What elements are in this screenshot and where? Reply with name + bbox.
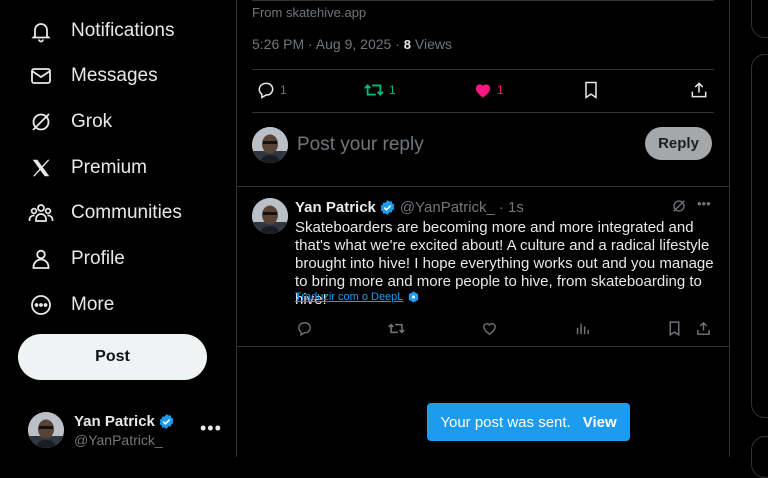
repost-action[interactable]: 1	[363, 80, 396, 100]
post-author-name[interactable]: Yan Patrick	[295, 199, 376, 216]
right-sidebar-card	[751, 54, 768, 418]
tweet-meta: 5:26 PM · Aug 9, 2025 · 8 Views	[252, 36, 452, 52]
post-author-handle[interactable]: @YanPatrick_	[400, 199, 495, 216]
views-count: 8	[403, 37, 411, 52]
bookmark-icon	[667, 320, 682, 337]
reply-composer: Post your reply Reply	[252, 126, 714, 166]
translate-link[interactable]: Traduzir com o DeepL	[295, 291, 419, 303]
nav-messages-label: Messages	[71, 65, 158, 86]
reply-button[interactable]: Reply	[645, 127, 712, 160]
person-icon	[28, 246, 54, 272]
more-circle-icon	[28, 292, 54, 318]
nav-messages[interactable]: Messages	[28, 56, 158, 96]
reply-post[interactable]: Yan Patrick @YanPatrick_ · 1s ••• Skateb…	[237, 188, 729, 348]
heart-icon	[481, 320, 498, 337]
post-timestamp[interactable]: · 1s	[499, 199, 524, 216]
toast-view-link[interactable]: View	[583, 414, 617, 431]
like-action[interactable]: 1	[473, 80, 504, 100]
post-repost-action[interactable]	[387, 320, 406, 337]
account-name: Yan Patrick	[74, 412, 155, 430]
nav-notifications-label: Notifications	[71, 20, 175, 41]
reply-count: 1	[280, 83, 287, 97]
nav-premium-label: Premium	[71, 157, 148, 178]
account-switcher[interactable]: Yan Patrick @YanPatrick_ •••	[28, 408, 228, 452]
tweet-timestamp[interactable]: 5:26 PM · Aug 9, 2025 ·	[252, 36, 400, 52]
left-sidebar: Notifications Messages Grok Premium Comm…	[0, 0, 236, 457]
grok-icon[interactable]	[671, 198, 687, 214]
like-count: 1	[497, 83, 504, 97]
main-timeline: From skatehive.app 5:26 PM · Aug 9, 2025…	[236, 0, 730, 457]
nav-more[interactable]: More	[28, 285, 114, 325]
divider	[252, 69, 714, 70]
analytics-icon	[574, 320, 591, 337]
reply-action[interactable]: 1	[256, 80, 287, 100]
repost-icon	[387, 320, 406, 337]
account-handle: @YanPatrick_	[74, 431, 163, 448]
repost-icon	[363, 80, 385, 100]
verified-badge-icon	[379, 199, 396, 216]
deepl-icon	[408, 291, 419, 303]
account-more-icon[interactable]: •••	[200, 418, 222, 439]
divider	[252, 112, 714, 113]
views-label: Views	[414, 36, 452, 52]
verified-badge-icon	[158, 413, 175, 430]
post-header: Yan Patrick @YanPatrick_ · 1s	[295, 199, 524, 216]
divider	[237, 346, 729, 347]
tweet-source[interactable]: From skatehive.app	[252, 5, 366, 20]
post-button[interactable]: Post	[18, 334, 207, 380]
bookmark-icon	[582, 80, 600, 100]
share-action[interactable]	[689, 80, 709, 100]
post-reply-action[interactable]	[296, 320, 313, 337]
comment-icon	[296, 320, 313, 337]
post-views-action[interactable]	[574, 320, 591, 337]
post-share-action[interactable]	[695, 320, 712, 337]
avatar	[252, 127, 288, 163]
nav-profile[interactable]: Profile	[28, 239, 125, 279]
translate-label: Traduzir com o DeepL	[295, 291, 404, 303]
nav-more-label: More	[71, 294, 115, 315]
repost-count: 1	[389, 83, 396, 97]
right-sidebar-card	[751, 0, 768, 38]
post-like-action[interactable]	[481, 320, 498, 337]
heart-filled-icon	[473, 80, 493, 100]
nav-notifications[interactable]: Notifications	[28, 11, 175, 51]
people-icon	[28, 200, 54, 226]
avatar	[28, 412, 64, 448]
comment-icon	[256, 80, 276, 100]
divider	[237, 186, 729, 187]
nav-communities-label: Communities	[71, 202, 182, 223]
post-sent-toast: Your post was sent. View	[427, 403, 630, 441]
grok-icon	[28, 109, 54, 135]
avatar[interactable]	[252, 198, 288, 234]
post-bookmark-action[interactable]	[667, 320, 682, 337]
nav-grok[interactable]: Grok	[28, 102, 112, 142]
post-more-icon[interactable]: •••	[697, 196, 711, 211]
toast-message: Your post was sent.	[440, 413, 571, 431]
reply-input[interactable]: Post your reply	[297, 134, 424, 156]
right-sidebar-card	[751, 436, 768, 478]
nav-profile-label: Profile	[71, 248, 125, 269]
envelope-icon	[28, 63, 54, 89]
nav-grok-label: Grok	[71, 111, 113, 132]
divider	[252, 0, 714, 1]
share-icon	[695, 320, 712, 337]
x-logo-icon	[28, 155, 54, 181]
bookmark-action[interactable]	[582, 80, 600, 100]
share-icon	[689, 80, 709, 100]
bell-icon	[28, 18, 54, 44]
nav-communities[interactable]: Communities	[28, 193, 182, 233]
nav-premium[interactable]: Premium	[28, 148, 147, 188]
